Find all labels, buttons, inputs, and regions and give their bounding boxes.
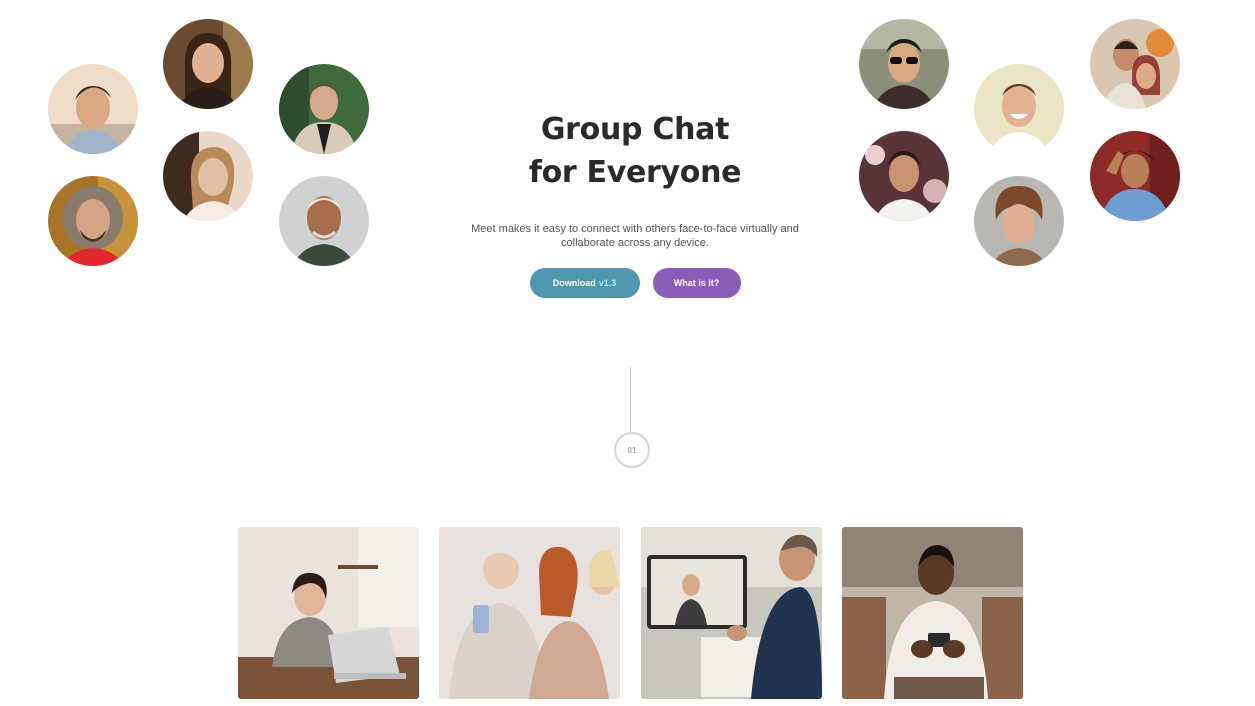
avatar-woman-smiling	[163, 19, 253, 109]
avatar-man-beige-coat	[279, 64, 369, 154]
title-line-2: for Everyone	[528, 155, 742, 190]
photo-women-phone	[439, 527, 620, 699]
photo-woman-laptop-kitchen	[238, 527, 419, 699]
photo-man-phone-sofa	[842, 527, 1023, 699]
what-is-it-button[interactable]: What is it?	[652, 268, 741, 298]
avatar-young-man-sunset	[48, 64, 138, 154]
hero-section: Group Chat for Everyone Meet makes it ea…	[440, 108, 830, 298]
avatar-man-fur-hood	[48, 176, 138, 266]
avatar-woman-hand-on-face	[163, 131, 253, 221]
download-button[interactable]: Download v1.3	[529, 268, 640, 298]
step-number: 01	[627, 445, 637, 455]
avatar-couple	[1090, 19, 1180, 109]
avatar-woman-denim	[1090, 131, 1180, 221]
photo-man-video-call	[641, 527, 822, 699]
avatar-older-man	[279, 176, 369, 266]
download-version: v1.3	[598, 278, 617, 288]
avatar-man-laughing	[974, 64, 1064, 154]
step-connector-line	[630, 367, 631, 433]
page-title: Group Chat for Everyone	[440, 108, 830, 194]
hero-buttons: Download v1.3 What is it?	[440, 268, 830, 298]
download-label: Download	[552, 278, 596, 288]
title-line-1: Group Chat	[540, 112, 730, 147]
step-indicator: 01	[614, 432, 650, 468]
avatar-man-curly-hair	[974, 176, 1064, 266]
avatar-man-blossoms	[859, 131, 949, 221]
avatar-man-sunglasses	[859, 19, 949, 109]
hero-description: Meet makes it easy to connect with other…	[471, 223, 799, 249]
